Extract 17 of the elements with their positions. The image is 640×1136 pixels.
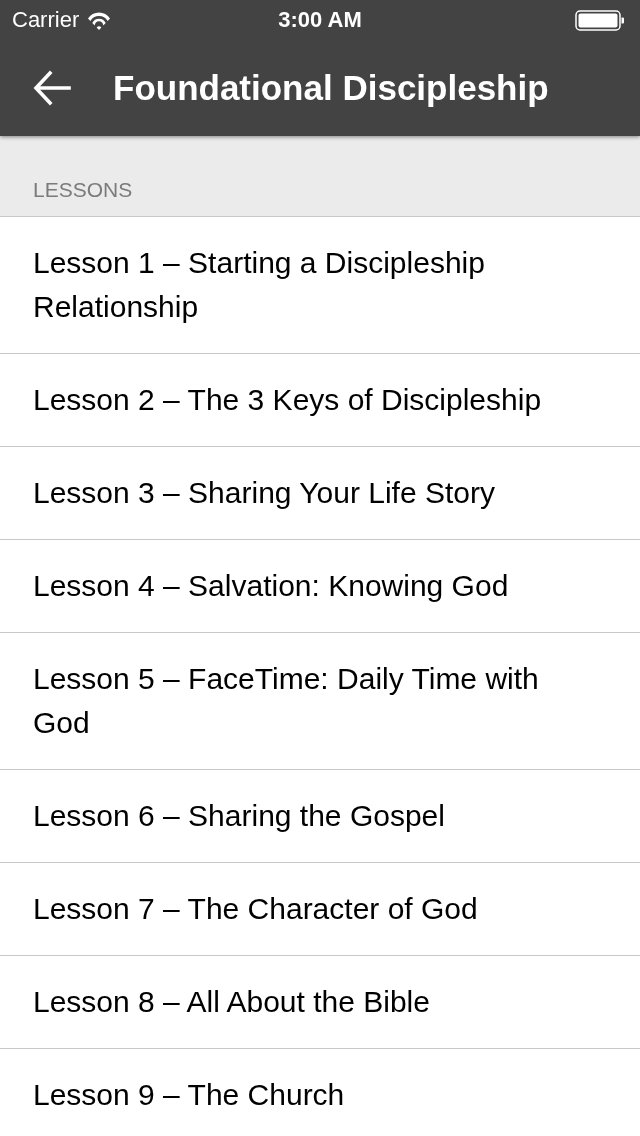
- lesson-item[interactable]: Lesson 3 – Sharing Your Life Story: [0, 447, 640, 540]
- lesson-item[interactable]: Lesson 9 – The Church: [0, 1049, 640, 1136]
- section-header: LESSONS: [33, 177, 133, 203]
- carrier-label: Carrier: [12, 7, 80, 33]
- lesson-item[interactable]: Lesson 4 – Salvation: Knowing God: [0, 540, 640, 633]
- battery-icon: [575, 9, 624, 31]
- lesson-item[interactable]: Lesson 2 – The 3 Keys of Discipleship: [0, 354, 640, 447]
- lesson-item[interactable]: Lesson 5 – FaceTime: Daily Time with God: [0, 633, 640, 770]
- lesson-item[interactable]: Lesson 7 – The Character of God: [0, 863, 640, 956]
- status-time: 3:00 AM: [278, 7, 362, 33]
- lesson-item[interactable]: Lesson 8 – All About the Bible: [0, 956, 640, 1049]
- lesson-item[interactable]: Lesson 6 – Sharing the Gospel: [0, 770, 640, 863]
- back-button[interactable]: [33, 70, 71, 106]
- lesson-item[interactable]: Lesson 1 – Starting a Discipleship Relationship: [0, 217, 640, 354]
- left-arrow-icon: [33, 70, 71, 106]
- screen-title: Foundational Discipleship: [113, 68, 549, 108]
- wifi-icon: [87, 10, 112, 30]
